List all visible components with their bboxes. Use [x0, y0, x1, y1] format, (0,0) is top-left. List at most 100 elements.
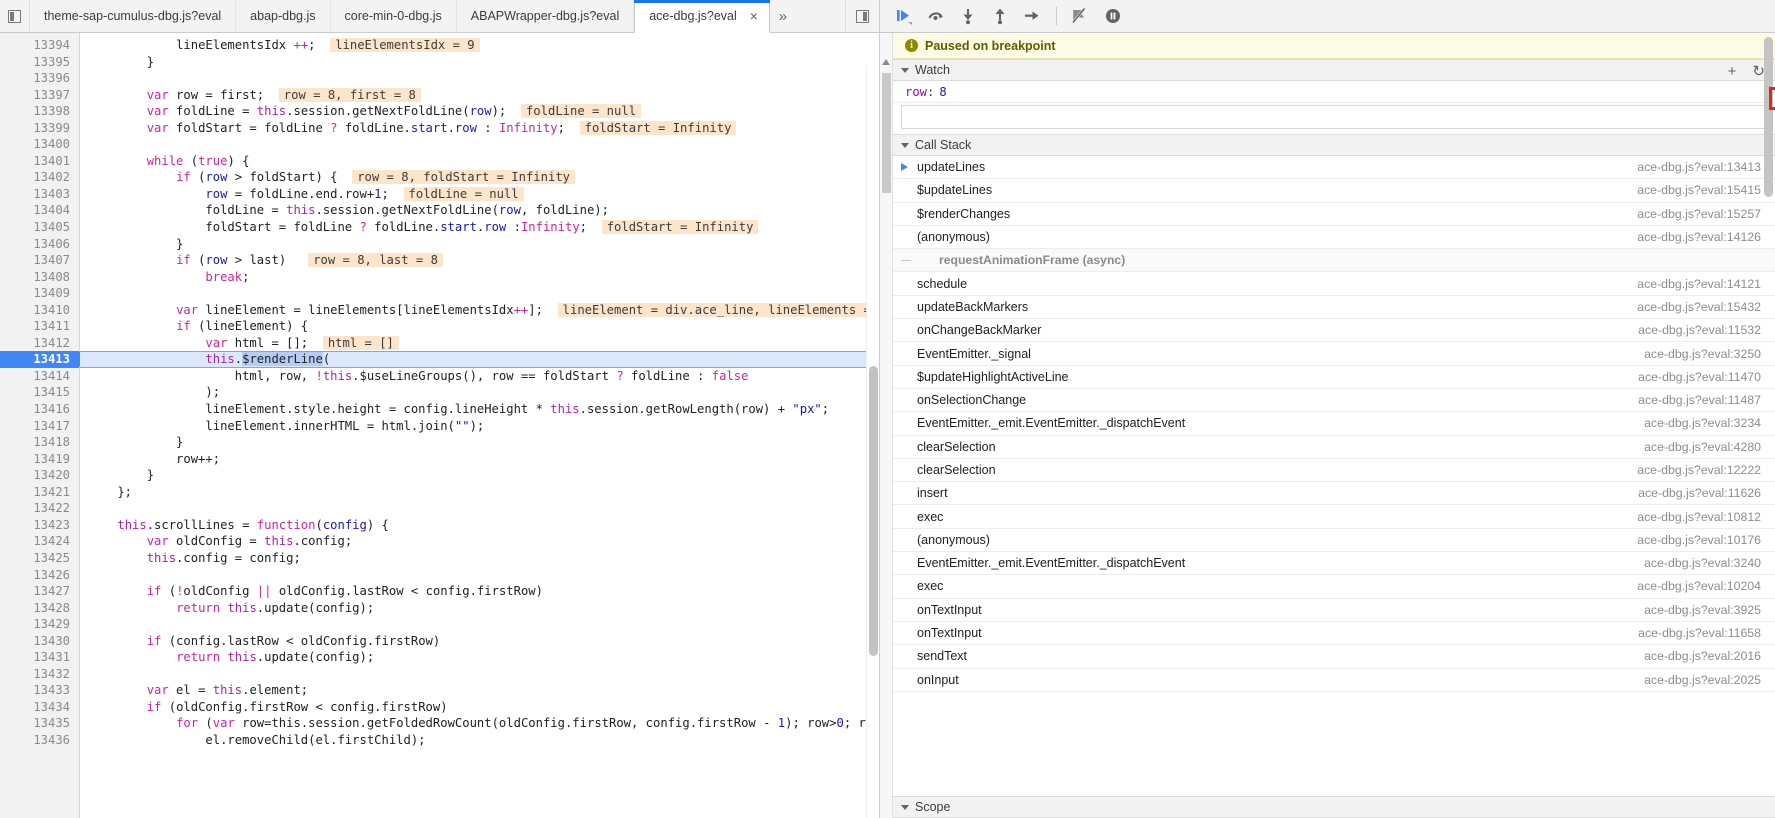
line-number[interactable]: 13419 — [0, 451, 79, 468]
scrollbar-thumb[interactable] — [869, 366, 878, 656]
line-number-gutter[interactable]: 13394 13395 13396 13397 13398 13399 13400 13401… — [0, 33, 86, 818]
call-stack-frame[interactable]: updateLines ace-dbg.js?eval:13413 — [893, 156, 1775, 180]
line-number[interactable]: 13430 — [0, 633, 79, 650]
line-number[interactable]: 13395 — [0, 54, 79, 71]
line-number[interactable]: 13421 — [0, 484, 79, 501]
line-number[interactable]: 13394 — [0, 37, 79, 54]
watch-section-header[interactable]: Watch + ↻ — [893, 59, 1775, 81]
line-number[interactable]: 13399 — [0, 120, 79, 137]
step-over-button[interactable] — [920, 3, 952, 29]
scope-section-header[interactable]: Scope — [893, 796, 1775, 818]
call-stack-frame[interactable]: $updateHighlightActiveLine ace-dbg.js?eva… — [893, 366, 1775, 389]
line-number[interactable]: 13406 — [0, 236, 79, 253]
line-number[interactable]: 13436 — [0, 732, 79, 749]
line-number[interactable]: 13427 — [0, 583, 79, 600]
step-out-button[interactable] — [984, 3, 1016, 29]
call-stack-frame[interactable]: clearSelection ace-dbg.js?eval:4280 — [893, 436, 1775, 459]
call-stack-frame[interactable]: onTextInput ace-dbg.js?eval:3925 — [893, 599, 1775, 622]
call-stack-frame[interactable]: exec ace-dbg.js?eval:10204 — [893, 575, 1775, 599]
source-vertical-scrollbar[interactable] — [866, 66, 879, 818]
line-number[interactable]: 13401 — [0, 153, 79, 170]
line-number[interactable]: 13408 — [0, 269, 79, 286]
call-stack-frame[interactable]: schedule ace-dbg.js?eval:14121 — [893, 272, 1775, 296]
step-into-button[interactable] — [952, 3, 984, 29]
line-number[interactable]: 13396 — [0, 70, 79, 87]
call-stack-frame[interactable]: EventEmitter._emit.EventEmitter._dispatc… — [893, 412, 1775, 436]
line-number[interactable]: 13402 — [0, 169, 79, 186]
resume-button[interactable] — [888, 3, 920, 29]
line-number[interactable]: 13429 — [0, 616, 79, 633]
close-icon[interactable]: × — [747, 9, 761, 23]
call-stack-frame[interactable]: $updateLines ace-dbg.js?eval:15415 — [893, 179, 1775, 203]
step-button[interactable] — [1016, 3, 1048, 29]
call-stack-frame[interactable]: onChangeBackMarker ace-dbg.js?eval:11532 — [893, 319, 1775, 343]
line-number[interactable]: 13423 — [0, 517, 79, 534]
code-content[interactable]: lineElementsIdx ++; lineElementsIdx = 9 … — [80, 33, 879, 818]
chevron-down-icon[interactable] — [901, 804, 909, 810]
line-number[interactable]: 13420 — [0, 467, 79, 484]
watch-new-expression-input[interactable] — [901, 105, 1767, 129]
line-number[interactable]: 13414 — [0, 368, 79, 385]
source-tab-abapwrapper-dbg[interactable]: ABAPWrapper-dbg.js?eval — [456, 0, 635, 32]
line-number[interactable]: 13415 — [0, 384, 79, 401]
line-number[interactable]: 13417 — [0, 418, 79, 435]
line-number[interactable]: 13425 — [0, 550, 79, 567]
call-stack-frame[interactable]: exec ace-dbg.js?eval:10812 — [893, 505, 1775, 529]
line-number[interactable]: 13432 — [0, 666, 79, 683]
source-tab-core-min-0-dbg[interactable]: core-min-0-dbg.js — [330, 0, 457, 32]
sidebar-scroll-column[interactable] — [880, 33, 893, 818]
line-number[interactable]: 13403 — [0, 186, 79, 203]
call-stack-frame[interactable]: (anonymous) ace-dbg.js?eval:10176 — [893, 529, 1775, 553]
line-number[interactable]: 13398 — [0, 103, 79, 120]
line-number[interactable]: 13426 — [0, 567, 79, 584]
call-stack-frame[interactable]: (anonymous) ace-dbg.js?eval:14126 — [893, 226, 1775, 250]
line-number[interactable]: 13428 — [0, 600, 79, 617]
call-stack-frame[interactable]: EventEmitter._signal ace-dbg.js?eval:3250 — [893, 342, 1775, 366]
call-stack-frame[interactable]: onTextInput ace-dbg.js?eval:11658 — [893, 622, 1775, 646]
chevron-down-icon[interactable] — [901, 67, 909, 73]
watch-entry-row[interactable]: row : 8 — [893, 81, 1775, 103]
call-stack-frame[interactable]: EventEmitter._emit.EventEmitter._dispatc… — [893, 552, 1775, 576]
source-tab-theme-sap-cumulus[interactable]: theme-sap-cumulus-dbg.js?eval — [30, 0, 237, 32]
source-tab-ace-dbg[interactable]: ace-dbg.js?eval × — [634, 0, 770, 33]
code-editor[interactable]: 13394 13395 13396 13397 13398 13399 13400 13401… — [0, 33, 879, 818]
call-stack-frame[interactable]: onSelectionChange ace-dbg.js?eval:11487 — [893, 389, 1775, 413]
line-number[interactable]: 13434 — [0, 699, 79, 716]
call-stack-frame[interactable]: insert ace-dbg.js?eval:11626 — [893, 482, 1775, 506]
scroll-up-icon[interactable] — [882, 59, 890, 65]
chevron-down-icon[interactable] — [901, 142, 909, 148]
line-number[interactable]: 13424 — [0, 533, 79, 550]
line-number[interactable]: 13407 — [0, 252, 79, 269]
line-number[interactable]: 13433 — [0, 682, 79, 699]
line-number[interactable]: 13400 — [0, 136, 79, 153]
call-stack-list[interactable]: updateLines ace-dbg.js?eval:13413 $updateL… — [893, 156, 1775, 692]
more-tabs-button[interactable]: » — [770, 0, 796, 32]
line-number[interactable]: 13435 — [0, 715, 79, 732]
line-number[interactable]: 13416 — [0, 401, 79, 418]
sidebar-scroll-thumb[interactable] — [882, 73, 891, 193]
line-number-current[interactable]: 13413 — [0, 351, 86, 368]
line-number[interactable]: 13405 — [0, 219, 79, 236]
call-stack-frame[interactable]: updateBackMarkers ace-dbg.js?eval:15432 — [893, 296, 1775, 320]
line-number[interactable]: 13397 — [0, 87, 79, 104]
line-number[interactable]: 13404 — [0, 202, 79, 219]
call-stack-frame[interactable]: sendText ace-dbg.js?eval:2016 — [893, 645, 1775, 669]
deactivate-breakpoints-button[interactable] — [1065, 3, 1097, 29]
tab-nav-prev-button[interactable] — [0, 0, 30, 32]
call-stack-section-header[interactable]: Call Stack — [893, 134, 1775, 156]
source-tab-abap-dbg[interactable]: abap-dbg.js — [236, 0, 331, 32]
watch-add-button[interactable]: + — [1728, 64, 1737, 79]
line-number[interactable]: 13411 — [0, 318, 79, 335]
pause-on-exceptions-button[interactable] — [1097, 3, 1129, 29]
line-number[interactable]: 13410 — [0, 302, 79, 319]
call-stack-frame[interactable]: $renderChanges ace-dbg.js?eval:15257 — [893, 203, 1775, 226]
line-number[interactable]: 13422 — [0, 500, 79, 517]
line-number[interactable]: 13412 — [0, 335, 79, 352]
scrollbar-thumb[interactable] — [1764, 37, 1773, 197]
line-number[interactable]: 13418 — [0, 434, 79, 451]
tab-nav-next-button[interactable] — [845, 0, 879, 32]
line-number[interactable]: 13431 — [0, 649, 79, 666]
call-stack-frame[interactable]: clearSelection ace-dbg.js?eval:12222 — [893, 459, 1775, 483]
sidebar-vertical-scrollbar[interactable] — [1763, 33, 1775, 818]
call-stack-frame[interactable]: onInput ace-dbg.js?eval:2025 — [893, 669, 1775, 692]
